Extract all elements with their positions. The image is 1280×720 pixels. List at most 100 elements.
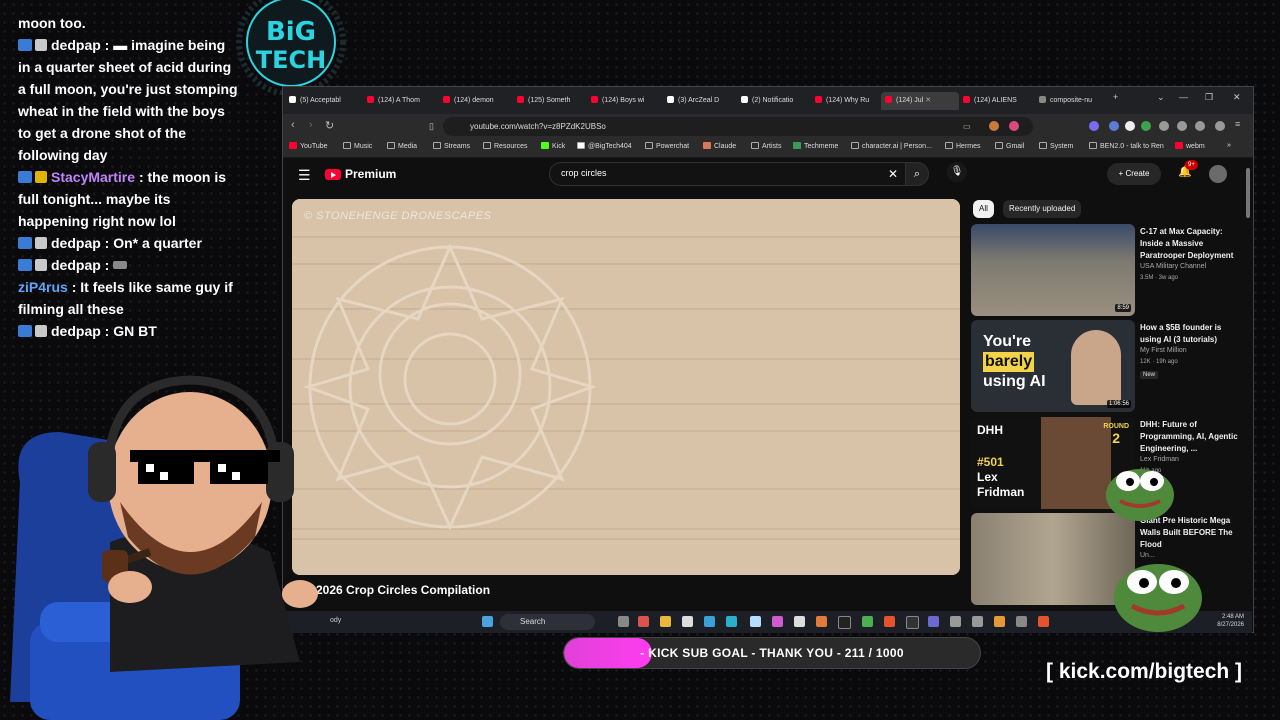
more-bookmarks-icon[interactable]: »: [1227, 142, 1231, 149]
chat-message: ziP4rus : It feels like same guy if film…: [18, 279, 233, 317]
bookmark-artists[interactable]: Artists: [751, 142, 781, 150]
app-icon[interactable]: [638, 616, 649, 627]
bookmark-youtube[interactable]: YouTube: [289, 142, 328, 150]
extension-icon[interactable]: [1089, 121, 1099, 131]
extension-icon[interactable]: [1109, 121, 1119, 131]
search-input[interactable]: crop circles ✕: [549, 162, 907, 186]
menu-icon[interactable]: ≡: [1235, 119, 1240, 129]
bookmark-claude[interactable]: Claude: [703, 142, 736, 150]
app-icon[interactable]: [794, 616, 805, 627]
reload-icon[interactable]: ↻: [325, 119, 334, 132]
microphone-icon[interactable]: 🎙: [947, 162, 967, 182]
close-tab-icon[interactable]: ✕: [925, 97, 931, 104]
extension-icon[interactable]: [1141, 121, 1151, 131]
rewards-icon[interactable]: [1009, 121, 1019, 131]
app-icon[interactable]: [1016, 616, 1027, 627]
chrome-icon[interactable]: [862, 616, 873, 627]
browser-tab[interactable]: (2) Notificatio: [741, 92, 809, 110]
app-icon[interactable]: [772, 616, 783, 627]
chat-message: StacyMartire : the moon is full tonight.…: [18, 169, 227, 229]
hamburger-menu-icon[interactable]: ☰: [298, 167, 311, 184]
cast-icon[interactable]: ▭: [963, 122, 971, 131]
file-explorer-icon[interactable]: [660, 616, 671, 627]
new-tab-icon[interactable]: +: [1113, 92, 1118, 102]
bookmark-system[interactable]: System: [1039, 142, 1073, 150]
bookmark-powerchat[interactable]: Powerchat: [645, 142, 689, 150]
back-icon[interactable]: ‹: [291, 119, 295, 131]
video-player[interactable]: © STONEHENGE DRONESCAPES: [292, 199, 960, 575]
bookmark-ben[interactable]: BEN2.0 - talk to Ren: [1089, 142, 1164, 150]
close-window-icon[interactable]: ✕: [1233, 92, 1241, 103]
extension-icon[interactable]: [1159, 121, 1169, 131]
page-scrollbar[interactable]: [1246, 168, 1250, 218]
app-icon[interactable]: [1038, 616, 1049, 627]
app-icon[interactable]: [950, 616, 961, 627]
bookmark-techmeme[interactable]: Techmeme: [793, 142, 838, 150]
bookmark-hermes[interactable]: Hermes: [945, 142, 981, 150]
app-icon[interactable]: [704, 616, 715, 627]
chip-recently-uploaded[interactable]: Recently uploaded: [1003, 200, 1082, 218]
browser-tab[interactable]: (5) Acceptabl: [289, 92, 359, 110]
maximize-icon[interactable]: ❐: [1205, 92, 1213, 103]
browser-tab[interactable]: composite-nu: [1039, 92, 1111, 110]
github-icon[interactable]: [682, 616, 693, 627]
account-avatar[interactable]: [1209, 165, 1227, 183]
youtube-icon: [443, 96, 450, 103]
character-ai-icon: [851, 142, 859, 149]
kick-icon: [541, 142, 549, 149]
create-button[interactable]: + Create: [1107, 163, 1161, 185]
bookmark-icon[interactable]: ▯: [429, 121, 434, 132]
emote-icon: [113, 261, 128, 269]
bookmark-characterai[interactable]: character.ai | Person...: [851, 142, 932, 150]
windows-start-icon[interactable]: [482, 616, 493, 627]
app-icon[interactable]: [726, 616, 737, 627]
system-clock[interactable]: 2:48 AM 8/27/2026: [1217, 613, 1244, 629]
bookmark-kick[interactable]: Kick: [541, 142, 565, 150]
thumbnail-text: #501 Lex Fridman: [977, 455, 1025, 499]
youtube-icon: [963, 96, 970, 103]
browser-tab-active[interactable]: (124) Jul ✕: [881, 92, 959, 110]
browser-tab[interactable]: (124) Boys wi: [591, 92, 661, 110]
browser-tab[interactable]: (125) Someth: [517, 92, 587, 110]
app-icon[interactable]: [928, 616, 939, 627]
browser-tab[interactable]: (3) ArcZeal D: [667, 92, 735, 110]
bookmark-webm[interactable]: webm: [1175, 142, 1205, 150]
app-icon[interactable]: [906, 616, 919, 629]
forward-icon[interactable]: ›: [309, 119, 313, 131]
chip-all[interactable]: All: [973, 200, 994, 218]
bookmark-music[interactable]: Music: [343, 142, 372, 150]
browser-tab[interactable]: (124) demon: [443, 92, 513, 110]
sidebar-icon[interactable]: [1215, 121, 1225, 131]
minimize-icon[interactable]: —: [1179, 92, 1188, 102]
youtube-logo[interactable]: Premium: [325, 167, 396, 181]
clear-search-icon[interactable]: ✕: [888, 167, 898, 181]
browser-tab[interactable]: (124) A Thom: [367, 92, 437, 110]
url-field[interactable]: youtube.com/watch?v=z8PZdK2UBSo: [443, 117, 1033, 136]
app-icon[interactable]: [816, 616, 827, 627]
bookmark-x[interactable]: @BigTech404: [577, 142, 632, 150]
app-icon[interactable]: [750, 616, 761, 627]
recommendation-item[interactable]: 8:59 C-17 at Max Capacity: Inside a Mass…: [971, 224, 1233, 316]
recommendation-item[interactable]: You're barely using AI 1:06:56 How a $5B…: [971, 320, 1231, 412]
bookmark-gmail[interactable]: Gmail: [995, 142, 1024, 150]
brave-shield-icon[interactable]: [989, 121, 999, 131]
bookmark-media[interactable]: Media: [387, 142, 417, 150]
task-view-icon[interactable]: [618, 616, 629, 627]
extension-icon[interactable]: [1177, 121, 1187, 131]
brave-icon[interactable]: [884, 616, 895, 627]
globe-icon: [1089, 142, 1097, 149]
app-icon[interactable]: [994, 616, 1005, 627]
extension-icon[interactable]: [1195, 121, 1205, 131]
bookmark-streams[interactable]: Streams: [433, 142, 470, 150]
browser-tab[interactable]: (124) ALIENS: [963, 92, 1033, 110]
taskbar-search[interactable]: Search: [500, 614, 595, 630]
tab-search-icon[interactable]: ⌄: [1157, 92, 1165, 103]
video-thumbnail[interactable]: You're barely using AI 1:06:56: [971, 320, 1135, 412]
app-icon[interactable]: [838, 616, 851, 629]
bookmark-resources[interactable]: Resources: [483, 142, 527, 150]
video-thumbnail[interactable]: 8:59: [971, 224, 1135, 316]
browser-tab[interactable]: (124) Why Ru: [815, 92, 883, 110]
app-icon[interactable]: [972, 616, 983, 627]
extension-icon[interactable]: [1125, 121, 1135, 131]
search-icon[interactable]: ⌕: [905, 162, 929, 186]
